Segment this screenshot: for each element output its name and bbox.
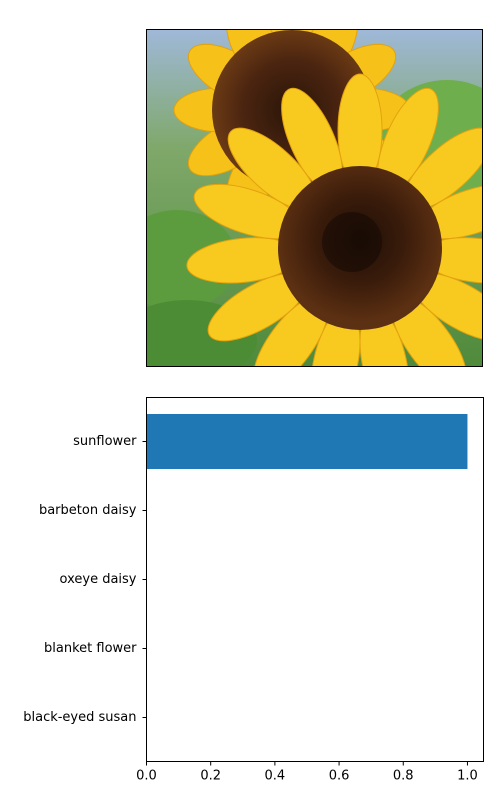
y-tick-label: sunflower bbox=[73, 434, 137, 449]
probability-bar-chart: sunflower barbeton daisy oxeye daisy blanke… bbox=[23, 397, 484, 784]
bars-layer bbox=[146, 414, 468, 469]
y-tick-label: black-eyed susan bbox=[23, 710, 136, 725]
y-ticks: sunflower barbeton daisy oxeye daisy blanke… bbox=[23, 434, 147, 725]
x-tick-label: 0.4 bbox=[265, 769, 286, 784]
bar-sunflower bbox=[146, 414, 468, 469]
x-tick-label: 1.0 bbox=[457, 769, 478, 784]
x-ticks: 0.0 0.2 0.4 0.6 0.8 1.0 bbox=[136, 761, 478, 784]
y-tick-label: oxeye daisy bbox=[60, 572, 137, 587]
x-tick-label: 0.6 bbox=[329, 769, 350, 784]
y-tick-label: barbeton daisy bbox=[39, 503, 137, 518]
x-tick-label: 0.2 bbox=[200, 769, 221, 784]
x-tick-label: 0.8 bbox=[393, 769, 414, 784]
x-tick-label: 0.0 bbox=[136, 769, 157, 784]
figure: sunflower barbeton daisy oxeye daisy blanke… bbox=[0, 0, 500, 800]
y-tick-label: blanket flower bbox=[44, 641, 137, 656]
